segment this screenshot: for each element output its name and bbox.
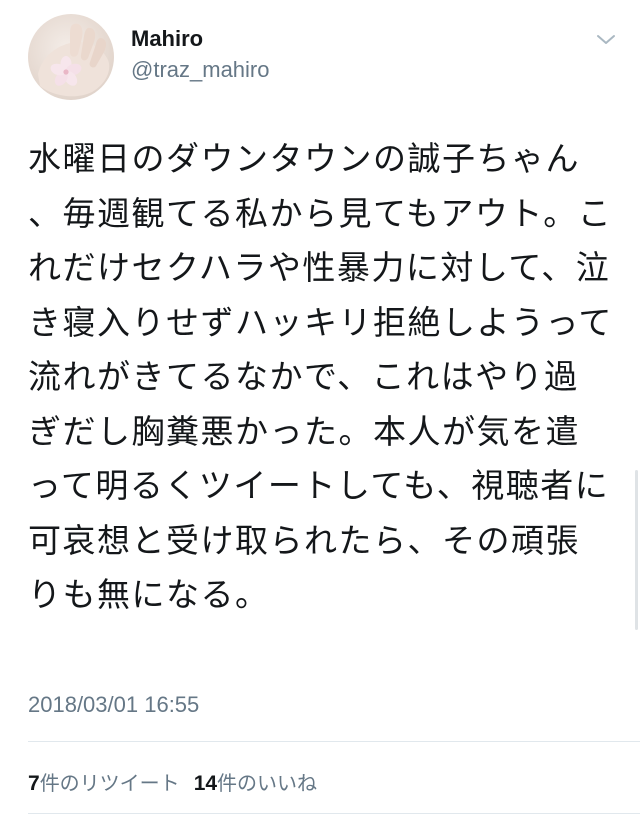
like-count-link[interactable]: 14件のいいね [194, 767, 317, 796]
retweet-count: 7 [28, 772, 40, 795]
author-handle[interactable]: @traz_mahiro [131, 57, 270, 83]
hand-holding-flower-icon [38, 23, 110, 97]
tweet-stats: 7件のリツイート 14件のいいね [28, 767, 317, 796]
like-label: 件のいいね [217, 771, 318, 795]
avatar[interactable] [28, 14, 114, 100]
tweet-text: 水曜日のダウンタウンの誠子ちゃん、毎週観てる私から見てもアウト。これだけセクハラ… [28, 139, 613, 614]
author-display-name[interactable]: Mahiro [131, 26, 203, 52]
chevron-down-icon [597, 35, 615, 44]
more-options-button[interactable] [594, 30, 618, 50]
tweet-detail: Mahiro @traz_mahiro 水曜日のダウンタウンの誠子ちゃん、毎週観… [0, 0, 640, 821]
like-count: 14 [193, 772, 218, 795]
divider [28, 741, 640, 742]
divider [28, 813, 640, 814]
tweet-timestamp[interactable]: 2018/03/01 16:55 [28, 692, 199, 718]
retweet-count-link[interactable]: 7件のリツイート [28, 767, 180, 796]
scrollbar[interactable] [635, 470, 638, 630]
retweet-label: 件のリツイート [39, 771, 180, 795]
